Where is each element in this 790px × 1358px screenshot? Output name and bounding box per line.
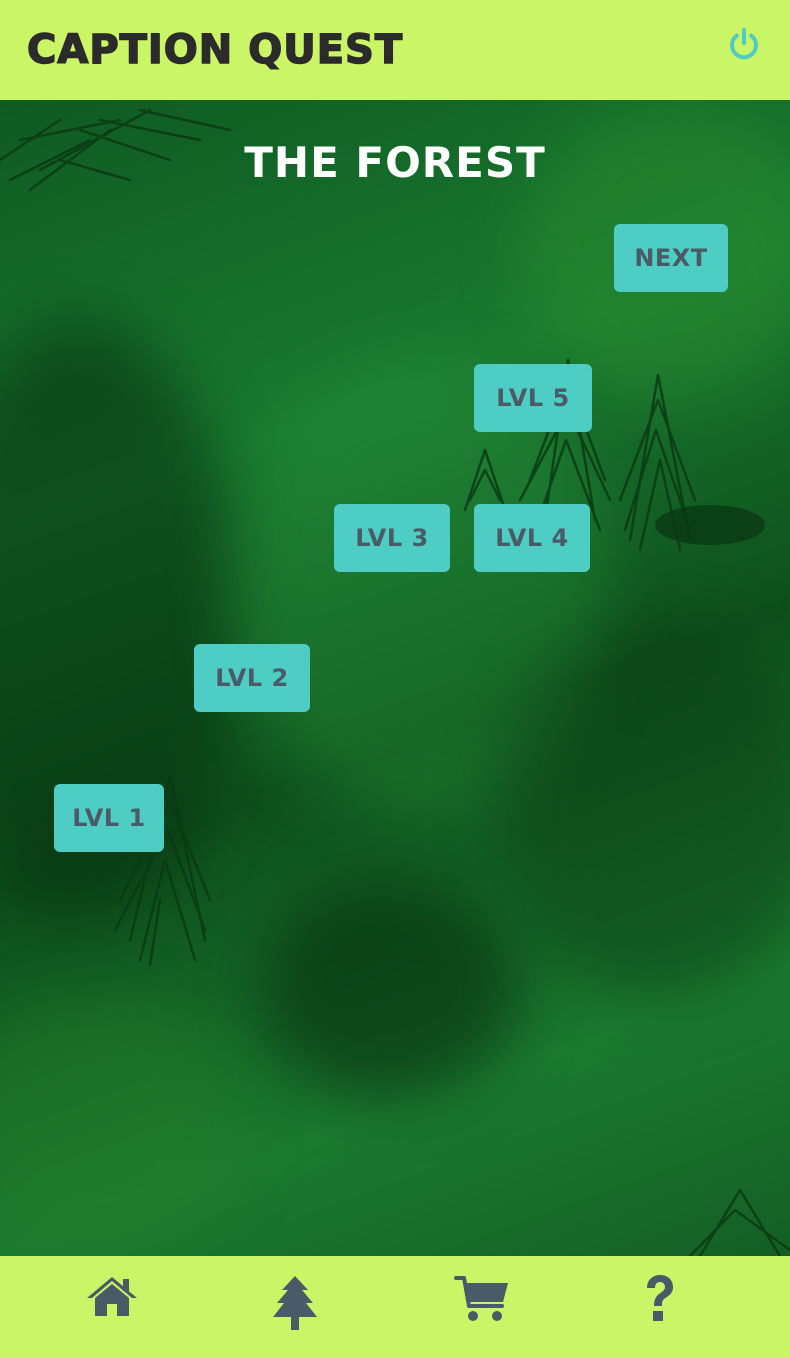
level-5-button[interactable]: LVL 5 [474,364,592,432]
help-icon [647,1275,673,1321]
app-root: CAPTION QUEST THE FOREST NEXT LVL 5 LVL … [0,0,790,1358]
level-1-button[interactable]: LVL 1 [54,784,164,852]
forest-map: THE FOREST NEXT LVL 5 LVL 3 LVL 4 LVL 2 … [0,100,790,1256]
background-shade [0,1000,240,1256]
nav-shop[interactable] [447,1274,517,1338]
background-shade [260,880,520,1100]
app-title: CAPTION QUEST [26,26,404,74]
bottom-nav [0,1256,790,1358]
level-4-button[interactable]: LVL 4 [474,504,590,572]
world-title: THE FOREST [244,138,546,187]
top-bar: CAPTION QUEST [0,0,790,100]
cart-icon [454,1276,508,1321]
nav-home[interactable] [77,1274,147,1338]
power-icon [730,28,758,60]
bush-shape [655,505,765,545]
power-button[interactable] [726,26,762,62]
level-3-button[interactable]: LVL 3 [334,504,450,572]
tree-icon [273,1276,317,1330]
level-2-button[interactable]: LVL 2 [194,644,310,712]
nav-forest[interactable] [260,1274,330,1338]
home-icon [87,1277,137,1316]
nav-help[interactable] [624,1274,694,1338]
next-button[interactable]: NEXT [614,224,728,292]
